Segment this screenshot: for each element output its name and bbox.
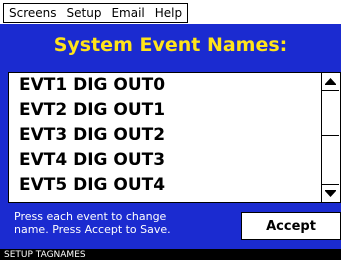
instructions-line-1: Press each event to change <box>14 210 167 223</box>
list-item-evt3[interactable]: EVT3 DIG OUT2 <box>9 123 322 148</box>
list-item-evt2[interactable]: EVT2 DIG OUT1 <box>9 98 322 123</box>
list-item-evt4[interactable]: EVT4 DIG OUT3 <box>9 148 322 173</box>
list-scrollbar[interactable] <box>321 73 340 202</box>
menu-bar-frame: Screens Setup Email Help <box>3 3 189 23</box>
scroll-thumb[interactable] <box>322 91 339 136</box>
menu-setup[interactable]: Setup <box>62 4 107 22</box>
accept-button[interactable]: Accept <box>241 212 341 240</box>
menu-screens[interactable]: Screens <box>4 4 62 22</box>
arrow-up-icon <box>325 78 336 85</box>
status-bar: SETUP TAGNAMES <box>0 249 341 260</box>
event-list: EVT1 DIG OUT0 EVT2 DIG OUT1 EVT3 DIG OUT… <box>9 73 322 202</box>
menu-help[interactable]: Help <box>150 4 187 22</box>
arrow-down-icon <box>325 190 336 197</box>
event-listbox: EVT1 DIG OUT0 EVT2 DIG OUT1 EVT3 DIG OUT… <box>8 72 341 203</box>
scroll-down-button[interactable] <box>322 184 339 202</box>
list-item-evt5[interactable]: EVT5 DIG OUT4 <box>9 173 322 198</box>
menu-email[interactable]: Email <box>106 4 149 22</box>
instructions-text: Press each event to change name. Press A… <box>14 210 234 236</box>
instructions-line-2: name. Press Accept to Save. <box>14 223 171 236</box>
list-item-evt1[interactable]: EVT1 DIG OUT0 <box>9 73 322 98</box>
scroll-up-button[interactable] <box>322 73 339 91</box>
page-title: System Event Names: <box>53 34 288 56</box>
menu-bar: Screens Setup Email Help <box>0 0 341 24</box>
